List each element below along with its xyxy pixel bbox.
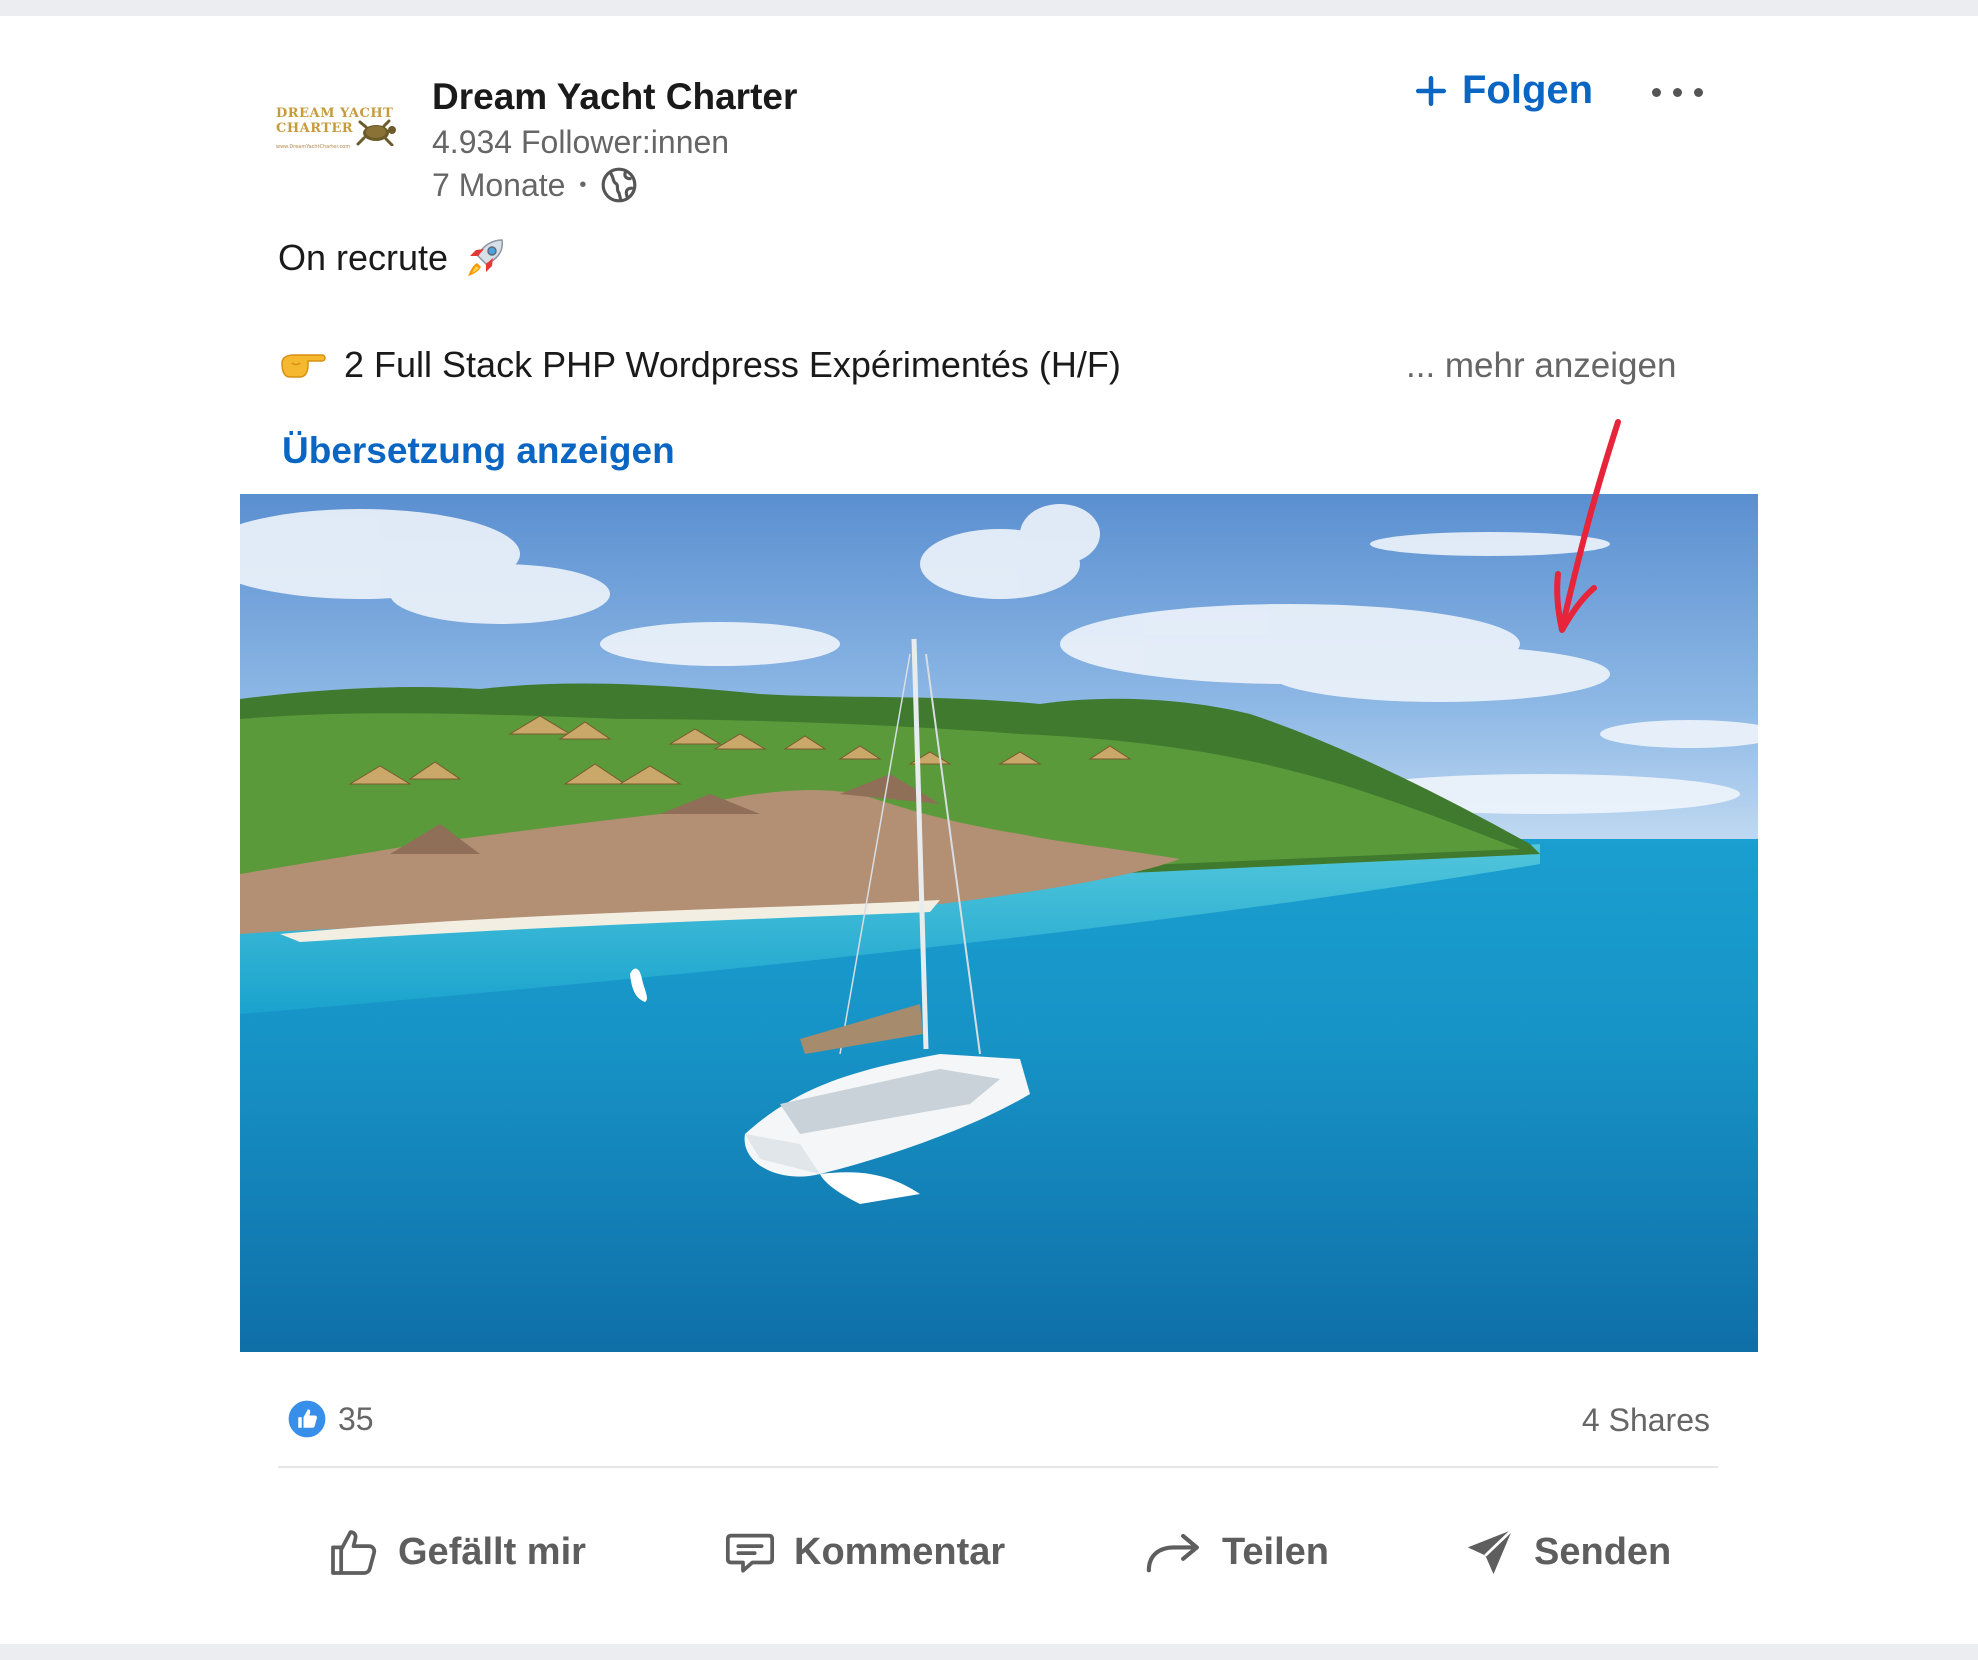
logo-url-text: www.DreamYachtCharter.com — [276, 144, 351, 150]
logo-text-line2: CHARTER — [276, 121, 354, 136]
reaction-count-value: 35 — [338, 1400, 374, 1437]
post-time: 7 Monate — [432, 166, 566, 203]
follow-button[interactable]: Folgen — [1414, 68, 1593, 113]
like-label: Gefällt mir — [398, 1530, 586, 1573]
reaction-count[interactable]: 35 — [286, 1398, 374, 1440]
red-arrow-annotation — [1554, 419, 1621, 633]
post-text-line2: 2 Full Stack PHP Wordpress Expérimentés … — [278, 344, 1121, 386]
company-name[interactable]: Dream Yacht Charter — [432, 76, 797, 118]
thumbs-up-icon — [331, 1530, 377, 1575]
ellipsis-dot — [1673, 87, 1682, 97]
more-options-button[interactable] — [1652, 82, 1716, 102]
comment-icon — [725, 1533, 775, 1573]
show-translation-link[interactable]: Übersetzung anzeigen — [282, 430, 675, 472]
plus-icon — [1415, 75, 1447, 106]
share-button[interactable]: Teilen — [1142, 1522, 1329, 1582]
share-count[interactable]: 4 Shares — [1582, 1402, 1710, 1439]
post-line1-text: On recrute — [278, 237, 449, 278]
like-reaction-icon — [286, 1398, 328, 1440]
divider — [278, 1466, 1718, 1468]
follower-count: 4.934 Follower:innen — [432, 124, 730, 160]
share-arrow-icon — [1146, 1533, 1199, 1573]
share-label: Teilen — [1222, 1530, 1329, 1573]
rocket-emoji — [468, 239, 504, 276]
like-button[interactable]: Gefällt mir — [326, 1522, 586, 1582]
post-card: DREAM YACHT CHARTER www.DreamYachtCharte… — [0, 16, 1978, 1644]
pointing-hand-emoji — [281, 354, 326, 378]
paper-plane-icon — [1467, 1528, 1514, 1575]
comment-button[interactable]: Kommentar — [722, 1522, 1005, 1582]
send-label: Senden — [1534, 1530, 1672, 1573]
follow-label: Folgen — [1462, 68, 1594, 112]
globe-icon — [602, 167, 637, 203]
ellipsis-dot — [1694, 87, 1703, 97]
post-line2-text: 2 Full Stack PHP Wordpress Expérimentés … — [344, 344, 1121, 385]
post-text-line1: On recrute — [278, 234, 510, 282]
send-button[interactable]: Senden — [1462, 1522, 1671, 1582]
comment-label: Kommentar — [794, 1530, 1006, 1573]
ellipsis-icon — [1652, 87, 1661, 97]
post-meta: 7 Monate • — [432, 166, 638, 204]
turtle-icon — [356, 119, 396, 146]
see-more-link[interactable]: ... mehr anzeigen — [1406, 346, 1676, 386]
meta-separator: • — [579, 173, 587, 196]
company-logo[interactable]: DREAM YACHT CHARTER www.DreamYachtCharte… — [276, 78, 404, 178]
